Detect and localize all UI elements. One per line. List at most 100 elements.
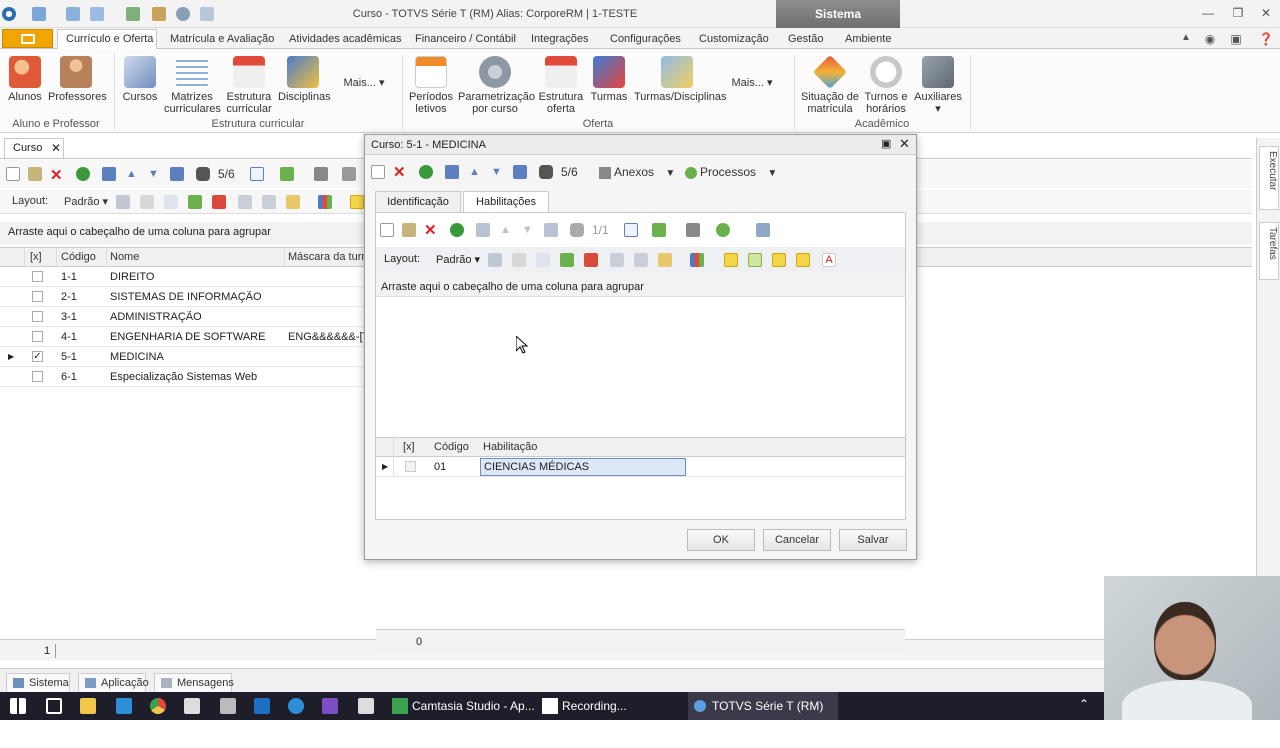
- layout-filter-icon[interactable]: [238, 195, 252, 209]
- new-icon[interactable]: [6, 167, 20, 181]
- col-codigo[interactable]: Código: [61, 251, 96, 263]
- taskbar-recording[interactable]: Recording...: [538, 692, 678, 720]
- layout-folder-icon[interactable]: [658, 253, 672, 267]
- last-record-icon[interactable]: [170, 167, 184, 181]
- first-record-icon[interactable]: [102, 167, 116, 181]
- parametrizacao-button[interactable]: Parametrização por curso: [458, 56, 535, 115]
- row-checkbox[interactable]: [32, 371, 43, 382]
- prev-record-icon[interactable]: ▲: [469, 166, 483, 180]
- col-mascara[interactable]: Máscara da turm: [288, 251, 371, 263]
- taskbar-totvs[interactable]: TOTVS Série T (RM) A...: [688, 692, 838, 741]
- print-icon[interactable]: [314, 167, 328, 181]
- layout-grid-icon[interactable]: [164, 195, 178, 209]
- situacao-button[interactable]: Situação de matrícula: [800, 55, 860, 115]
- visual-studio-icon[interactable]: [322, 698, 338, 714]
- tab-habilitacoes[interactable]: Habilitações: [463, 191, 549, 214]
- next-record-icon[interactable]: ▼: [522, 224, 536, 238]
- delete-icon[interactable]: ✕: [393, 163, 407, 181]
- binoculars-icon[interactable]: [196, 167, 210, 181]
- ribbon-collapse-icon[interactable]: ▲: [1178, 32, 1194, 43]
- bottom-tab-mensagens[interactable]: Mensagens: [154, 673, 234, 693]
- inner-table-row[interactable]: ▶ 01 CIENCIAS MÉDICAS: [376, 457, 905, 477]
- turnos-button[interactable]: Turnos e horários: [862, 56, 910, 115]
- close-window-icon[interactable]: ✕: [1258, 6, 1274, 20]
- ok-button[interactable]: OK: [687, 529, 755, 551]
- layout-select[interactable]: Padrão ▾: [64, 195, 108, 208]
- turmas-button[interactable]: Turmas: [590, 56, 628, 103]
- new-icon[interactable]: [371, 165, 385, 179]
- processos-button[interactable]: Processos ▼: [685, 165, 777, 179]
- last-record-icon[interactable]: [544, 223, 558, 237]
- file-explorer-icon[interactable]: [80, 698, 96, 714]
- tab-financeiro-contabil[interactable]: Financeiro / Contábil: [415, 33, 516, 45]
- tab-matricula-avaliacao[interactable]: Matrícula e Avaliação: [170, 33, 274, 45]
- table-row[interactable]: 6-1 Especialização Sistemas Web: [0, 367, 364, 387]
- dialog-close-icon[interactable]: ✕: [899, 136, 910, 152]
- taskbar-camtasia[interactable]: Camtasia Studio - Ap...: [388, 692, 536, 720]
- calendar-grid-icon[interactable]: [624, 223, 638, 237]
- layout-upload-icon[interactable]: [584, 253, 598, 267]
- inner-col-habilitacao[interactable]: Habilitação: [483, 441, 537, 453]
- highlight-col-icon[interactable]: [772, 253, 786, 267]
- table-row-selected[interactable]: ▶ ✓ 5-1 MEDICINA: [0, 347, 364, 367]
- layout-import-icon[interactable]: [560, 253, 574, 267]
- layout-save-icon[interactable]: [116, 195, 130, 209]
- process-icon[interactable]: [716, 223, 730, 237]
- bottom-tab-aplicacao[interactable]: Aplicação: [78, 673, 149, 693]
- windows-start-icon[interactable]: [10, 698, 26, 714]
- font-color-icon[interactable]: A: [822, 253, 836, 267]
- inner-row-habilitacao[interactable]: CIENCIAS MÉDICAS: [480, 458, 686, 476]
- export-arrow-icon[interactable]: [652, 223, 666, 237]
- refresh-icon[interactable]: [419, 165, 433, 179]
- tab-integracoes[interactable]: Integrações: [531, 33, 588, 45]
- table-row[interactable]: 3-1 ADMINISTRAÇÃO: [0, 307, 364, 327]
- binoculars-icon[interactable]: [539, 165, 553, 179]
- row-checkbox[interactable]: [32, 311, 43, 322]
- layout-filter-icon[interactable]: [610, 253, 624, 267]
- refresh-icon[interactable]: [450, 223, 464, 237]
- layout-import-icon[interactable]: [188, 195, 202, 209]
- tab-customizacao[interactable]: Customização: [699, 33, 769, 45]
- tab-curriculo-oferta[interactable]: Currículo e Oferta: [66, 33, 153, 45]
- inner-row-checkbox[interactable]: [405, 461, 416, 472]
- inner-col-select[interactable]: [x]: [403, 441, 415, 453]
- sort-icon[interactable]: [756, 223, 770, 237]
- periodos-button[interactable]: Períodos letivos: [406, 56, 456, 115]
- task-view-icon[interactable]: [46, 698, 62, 714]
- layout-save-icon[interactable]: [488, 253, 502, 267]
- export-arrow-icon[interactable]: [280, 167, 294, 181]
- minimize-icon[interactable]: —: [1200, 6, 1216, 20]
- tab-ambiente[interactable]: Ambiente: [845, 33, 891, 45]
- mais-button-2[interactable]: Mais... ▾: [722, 77, 782, 89]
- estrutura-oferta-button[interactable]: Estrutura oferta: [536, 56, 586, 115]
- row-checkbox-checked[interactable]: ✓: [32, 351, 43, 362]
- cursos-button[interactable]: Cursos: [120, 56, 160, 103]
- mais-button-1[interactable]: Mais... ▾: [334, 77, 394, 89]
- chrome-icon[interactable]: [150, 698, 166, 714]
- tab-configuracoes[interactable]: Configurações: [610, 33, 681, 45]
- first-record-icon[interactable]: [476, 223, 490, 237]
- doc-tab-curso[interactable]: Curso ✕: [4, 138, 64, 158]
- row-checkbox[interactable]: [32, 331, 43, 342]
- restore-icon[interactable]: ❐: [1230, 6, 1246, 20]
- close-tab-icon[interactable]: ✕: [51, 141, 61, 155]
- inner-col-codigo[interactable]: Código: [434, 441, 469, 453]
- highlight-icon[interactable]: [724, 253, 738, 267]
- inner-group-panel[interactable]: Arraste aqui o cabeçalho de uma coluna p…: [376, 273, 905, 297]
- highlight-icon[interactable]: [350, 195, 364, 209]
- dialog-maximize-icon[interactable]: ▣: [881, 137, 891, 150]
- table-row[interactable]: 4-1 ENGENHARIA DE SOFTWARE ENG&&&&&&-[T]: [0, 327, 364, 347]
- layout-folder-icon[interactable]: [286, 195, 300, 209]
- delete-icon[interactable]: ✕: [50, 166, 64, 184]
- chart-icon[interactable]: [318, 195, 332, 209]
- layout-delete-icon[interactable]: [140, 195, 154, 209]
- store-icon[interactable]: [116, 698, 132, 714]
- layout-sort-icon[interactable]: [262, 195, 276, 209]
- media-icon[interactable]: [184, 698, 200, 714]
- first-record-icon[interactable]: [445, 165, 459, 179]
- delete-icon[interactable]: ✕: [424, 221, 438, 239]
- save-button[interactable]: Salvar: [839, 529, 907, 551]
- cancel-button[interactable]: Cancelar: [763, 529, 831, 551]
- highlight-row-icon[interactable]: [796, 253, 810, 267]
- professores-button[interactable]: Professores: [48, 56, 107, 103]
